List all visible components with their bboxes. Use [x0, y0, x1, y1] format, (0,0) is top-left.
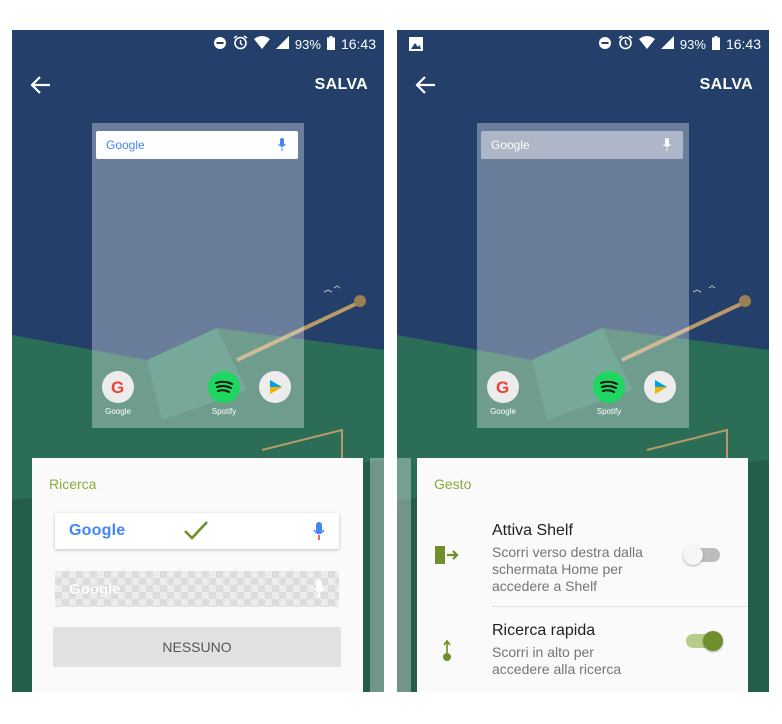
- panel-title: Ricerca: [49, 476, 97, 492]
- gestures-panel: Gesto Attiva Shelf Scorri verso destra d…: [417, 458, 748, 692]
- search-option-google[interactable]: Google: [55, 513, 339, 549]
- battery-icon: [326, 35, 335, 53]
- wifi-icon: [253, 36, 270, 52]
- alarm-icon: [618, 35, 633, 53]
- google-app-icon: G: [487, 371, 519, 403]
- app-label: Spotify: [211, 407, 237, 416]
- mic-icon: [313, 580, 325, 603]
- battery-percent: 93%: [294, 36, 321, 52]
- battery-percent: 93%: [679, 36, 706, 52]
- app-label: Spotify: [596, 407, 622, 416]
- phone-screen-gestures: 93% 16:43 SALVA Google G Google Spotify …: [397, 30, 769, 692]
- app-google: G Google: [486, 371, 520, 416]
- app-label: Google: [105, 407, 131, 416]
- google-logo-transparent: Google: [491, 138, 530, 152]
- back-arrow-icon[interactable]: [415, 74, 439, 98]
- google-logo-text: Google: [106, 138, 145, 152]
- dnd-icon: [598, 36, 612, 53]
- search-option-transparent[interactable]: Google: [55, 571, 339, 607]
- save-button[interactable]: SALVA: [315, 76, 368, 94]
- search-style-panel: Ricerca Google Google NESSUNO: [32, 458, 363, 692]
- home-preview: Google G Google Spotify: [477, 123, 689, 428]
- google-wordmark-text: Google: [69, 522, 126, 539]
- preview-search-bar: Google: [481, 131, 683, 159]
- play-store-icon: [644, 371, 676, 403]
- signal-icon: [275, 36, 289, 52]
- phone-screen-search: 93% 16:43 SALVA Google G Google Spotify …: [12, 30, 384, 692]
- app-google: G Google: [101, 371, 135, 416]
- app-play-store: [643, 371, 677, 403]
- app-spotify: Spotify: [592, 371, 626, 416]
- google-app-icon: G: [102, 371, 134, 403]
- svg-text:G: G: [496, 378, 509, 397]
- play-store-icon: [259, 371, 291, 403]
- mic-icon: [278, 138, 286, 156]
- swipe-up-icon: [441, 639, 453, 667]
- battery-icon: [711, 35, 720, 53]
- app-play-store: [258, 371, 292, 403]
- home-preview: Google G Google Spotify: [92, 123, 304, 428]
- mic-icon: [663, 138, 671, 156]
- gesture-row-shelf[interactable]: Attiva Shelf Scorri verso destra dalla s…: [417, 518, 748, 598]
- next-card-peek[interactable]: [370, 458, 384, 692]
- clock: 16:43: [725, 36, 761, 52]
- dnd-icon: [213, 36, 227, 53]
- app-spotify: Spotify: [207, 371, 241, 416]
- gesture-title: Ricerca rapida: [492, 622, 596, 639]
- gesture-row-quick-search[interactable]: Ricerca rapida Scorri in alto per accede…: [417, 618, 748, 688]
- gesture-description: Scorri in alto per accedere alla ricerca: [492, 644, 622, 677]
- google-wordmark-transparent: Google: [69, 581, 121, 598]
- clock: 16:43: [340, 36, 376, 52]
- mic-icon: [313, 522, 325, 545]
- app-bar: SALVA: [12, 70, 384, 100]
- prev-card-peek[interactable]: [397, 458, 411, 692]
- status-bar: 93% 16:43: [397, 30, 769, 58]
- svg-text:G: G: [111, 378, 124, 397]
- checkmark-icon: [183, 519, 209, 546]
- status-bar: 93% 16:43: [12, 30, 384, 58]
- signal-icon: [660, 36, 674, 52]
- alarm-icon: [233, 35, 248, 53]
- divider: [492, 606, 748, 607]
- back-arrow-icon[interactable]: [30, 74, 54, 98]
- panel-title: Gesto: [434, 476, 472, 492]
- search-option-none[interactable]: NESSUNO: [53, 627, 341, 667]
- image-notification-icon: [409, 37, 423, 54]
- gesture-description: Scorri verso destra dalla schermata Home…: [492, 544, 643, 594]
- app-bar: SALVA: [397, 70, 769, 100]
- gesture-title: Attiva Shelf: [492, 522, 573, 539]
- shelf-icon: [435, 546, 459, 569]
- shelf-toggle[interactable]: [683, 545, 720, 565]
- save-button[interactable]: SALVA: [700, 76, 753, 94]
- quick-search-toggle[interactable]: [686, 631, 723, 651]
- app-label: Google: [490, 407, 516, 416]
- wifi-icon: [638, 36, 655, 52]
- spotify-icon: [208, 371, 240, 403]
- google-wordmark: Google: [69, 522, 125, 540]
- spotify-icon: [593, 371, 625, 403]
- google-logo: Google: [106, 138, 145, 152]
- preview-search-bar: Google: [96, 131, 298, 159]
